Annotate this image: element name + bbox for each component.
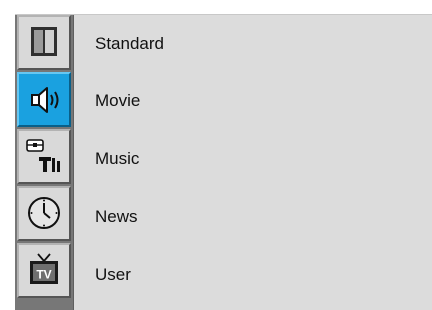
tv-icon: TV (30, 253, 58, 284)
menu-item-user[interactable]: User (95, 265, 131, 285)
sidebar-item-picture[interactable] (17, 15, 71, 70)
menu-item-list: Standard Movie Music News User (73, 15, 432, 310)
clock-icon (28, 197, 60, 229)
category-sidebar: TV (15, 15, 74, 310)
speaker-icon (31, 87, 59, 113)
menu-item-news[interactable]: News (95, 207, 138, 227)
sidebar-item-tv[interactable]: TV (17, 243, 71, 298)
sidebar-item-sound[interactable] (17, 72, 71, 127)
tools-icon (26, 139, 60, 172)
tv-icon-text: TV (36, 268, 51, 282)
menu-item-standard[interactable]: Standard (95, 34, 164, 54)
menu-item-movie[interactable]: Movie (95, 91, 140, 111)
picture-icon (31, 27, 57, 56)
osd-menu-panel: TV Standard Movie Music News User (15, 14, 432, 310)
sidebar-item-setup[interactable] (17, 129, 71, 184)
sidebar-item-time[interactable] (17, 186, 71, 241)
menu-item-music[interactable]: Music (95, 149, 139, 169)
